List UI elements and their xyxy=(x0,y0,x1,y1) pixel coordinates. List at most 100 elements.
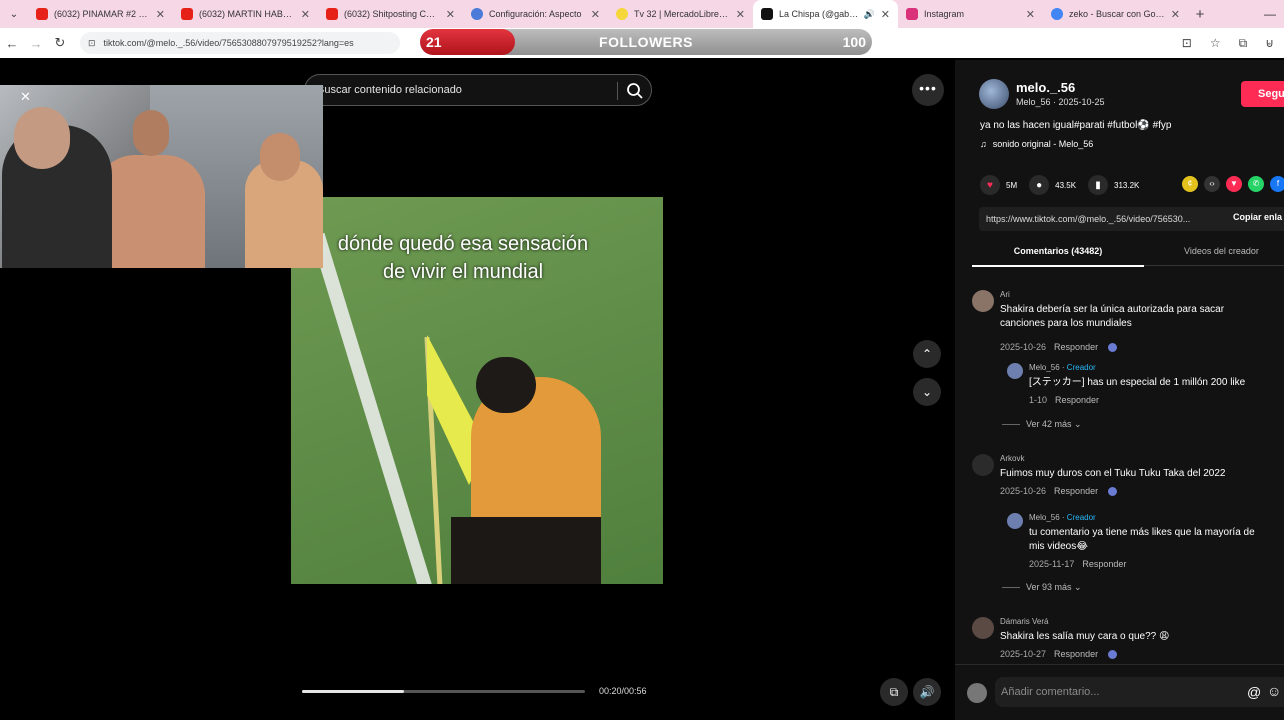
close-tab-icon[interactable]: ✕ xyxy=(736,8,745,21)
video-progress-bar[interactable] xyxy=(302,690,585,693)
reply-author[interactable]: Melo_56 · Creador xyxy=(1029,513,1096,522)
followers-goal: 100 xyxy=(842,34,866,50)
reply-button[interactable]: Responder xyxy=(1054,486,1098,496)
reply-button[interactable]: Responder xyxy=(1082,559,1126,569)
profile-icon[interactable]: ⊌ xyxy=(1265,36,1274,50)
whatsapp-icon[interactable]: ✆ xyxy=(1248,176,1264,192)
browser-tab[interactable]: zeko - Buscar con Google ✕ xyxy=(1043,0,1188,28)
coin-icon[interactable]: ¢ xyxy=(1182,176,1198,192)
add-comment-input[interactable] xyxy=(1001,677,1231,707)
comment-author[interactable]: Arkovk xyxy=(1000,454,1024,463)
browser-tab[interactable]: (6032) Shitposting Comp ✕ xyxy=(318,0,463,28)
mention-icon[interactable]: @ xyxy=(1247,684,1261,700)
browser-tab[interactable]: (6032) PINAMAR #2 // DE ✕ xyxy=(28,0,173,28)
comment-meta: 2025-10-26 Responder xyxy=(1000,486,1118,497)
browser-tab[interactable]: Tv 32 | MercadoLibre 📦 ✕ xyxy=(608,0,753,28)
browser-tab[interactable]: (6032) MARTIN HABLA DE ✕ xyxy=(173,0,318,28)
browser-tab[interactable]: Configuración: Aspecto ✕ xyxy=(463,0,608,28)
creator-avatar[interactable] xyxy=(979,79,1009,109)
commenter-avatar[interactable] xyxy=(972,617,994,639)
close-tab-icon[interactable]: ✕ xyxy=(156,8,165,21)
copy-link-button[interactable]: Copiar enla xyxy=(1233,212,1282,222)
comment-line: [ステッカー] has un especial de 1 millón 200 … xyxy=(1029,377,1246,388)
reply-author[interactable]: Melo_56 · Creador xyxy=(1029,363,1096,372)
comment-date: 2025-10-27 xyxy=(1000,649,1047,659)
close-tab-icon[interactable]: ✕ xyxy=(881,8,890,21)
settings-icon xyxy=(471,8,483,20)
back-icon[interactable]: ← xyxy=(0,36,24,51)
creator-liked-icon xyxy=(1108,487,1118,497)
engagement-stats: ♥ 5M ● 43.5K ▮ 313.2K xyxy=(980,175,1151,195)
send-icon[interactable]: ▼ xyxy=(1226,176,1242,192)
share-link-text: https://www.tiktok.com/@melo._.56/video/… xyxy=(986,214,1191,224)
embed-icon[interactable]: ‹› xyxy=(1204,176,1220,192)
close-tab-icon[interactable]: ✕ xyxy=(301,8,310,21)
comment-author[interactable]: Dámaris Verá xyxy=(1000,617,1048,626)
reload-icon[interactable]: ↻ xyxy=(48,35,72,51)
video-timecode: 00:20/00:56 xyxy=(599,686,647,696)
view-more-replies[interactable]: Ver 42 más ⌄ xyxy=(1002,419,1082,430)
comment-date: 2025-10-26 xyxy=(1000,342,1047,352)
tab-search-icon[interactable]: ⌄ xyxy=(0,0,28,28)
comment-line: Shakira debería ser la única autorizada … xyxy=(1000,304,1225,315)
reply-button[interactable]: Responder xyxy=(1054,649,1098,659)
tab-creator-videos[interactable]: Videos del creador xyxy=(1184,246,1259,256)
more-options-button[interactable]: ••• xyxy=(912,74,944,106)
creator-avatar-small[interactable] xyxy=(1007,363,1023,379)
tab-title: (6032) PINAMAR #2 // DE xyxy=(54,9,150,19)
comments-panel: melo._.56 Melo_56 · 2025-10-25 Segu ya n… xyxy=(955,60,1284,720)
sound-info[interactable]: ♫ sonido original - Melo_56 xyxy=(980,139,1093,149)
tab-comments[interactable]: Comentarios (43482) xyxy=(972,246,1144,256)
browser-tab-active[interactable]: La Chispa (@gabip... 🔊 ✕ xyxy=(753,0,898,28)
comment-author[interactable]: Ari xyxy=(1000,290,1010,299)
more-replies-label: Ver 42 más xyxy=(1026,419,1072,429)
view-more-replies[interactable]: Ver 93 más ⌄ xyxy=(1002,582,1082,593)
mercadolibre-icon xyxy=(616,8,628,20)
search-icon[interactable] xyxy=(625,81,645,101)
like-stat[interactable]: ♥ 5M xyxy=(980,175,1017,195)
close-tab-icon[interactable]: ✕ xyxy=(446,8,455,21)
reply-date: 2025-11-17 xyxy=(1029,559,1075,569)
facebook-icon[interactable]: f xyxy=(1270,176,1284,192)
comment-item: Dámaris Verá Shakira les salía muy cara … xyxy=(972,617,1272,662)
bookmark-star-icon[interactable]: ☆ xyxy=(1210,36,1221,50)
reply-button[interactable]: Responder xyxy=(1055,395,1099,405)
commenter-avatar[interactable] xyxy=(972,290,994,312)
google-icon xyxy=(1051,8,1063,20)
minimize-icon[interactable]: — xyxy=(1264,7,1276,21)
reply-button[interactable]: Responder xyxy=(1054,342,1098,352)
next-video-button[interactable]: ⌄ xyxy=(913,378,941,406)
comment-line: Fuimos muy duros con el Tuku Tuku Taka d… xyxy=(1000,468,1226,479)
emoji-icon[interactable]: ☺ xyxy=(1267,683,1281,699)
install-app-icon[interactable]: ⊡ xyxy=(1182,36,1192,50)
close-tab-icon[interactable]: ✕ xyxy=(591,8,600,21)
audio-playing-icon[interactable]: 🔊 xyxy=(864,9,875,20)
previous-video-button[interactable]: ⌃ xyxy=(913,340,941,368)
close-icon[interactable]: ✕ xyxy=(20,89,31,105)
close-tab-icon[interactable]: ✕ xyxy=(1171,8,1180,21)
volume-button[interactable]: 🔊 xyxy=(913,678,941,706)
commenter-avatar[interactable] xyxy=(972,454,994,476)
youtube-icon xyxy=(326,8,338,20)
related-search-input[interactable] xyxy=(317,75,607,105)
creator-avatar-small[interactable] xyxy=(1007,513,1023,529)
comment-stat[interactable]: ● 43.5K xyxy=(1029,175,1076,195)
site-info-icon[interactable]: ⊡ xyxy=(88,38,96,49)
share-icons: ¢ ‹› ▼ ✆ f xyxy=(1182,176,1284,192)
url-field[interactable]: ⊡ tiktok.com/@melo._.56/video/7565308807… xyxy=(80,32,400,54)
close-tab-icon[interactable]: ✕ xyxy=(1026,8,1035,21)
heart-icon: ♥ xyxy=(980,175,1000,195)
creator-username[interactable]: melo._.56 xyxy=(1016,80,1075,95)
comment-text: Shakira debería ser la única autorizada … xyxy=(1000,303,1224,331)
comment-icon: ● xyxy=(1029,175,1050,195)
new-tab-icon[interactable]: + xyxy=(1188,6,1212,23)
picture-in-picture-button[interactable]: ⧉ xyxy=(880,678,908,706)
extensions-icon[interactable]: ⧉ xyxy=(1239,36,1248,51)
caption-line: de vivir el mundial xyxy=(382,261,544,283)
video-progress-fill xyxy=(302,690,404,693)
chevron-down-icon: ⌄ xyxy=(1074,582,1082,592)
follow-button[interactable]: Segu xyxy=(1241,81,1284,107)
browser-tab[interactable]: Instagram ✕ xyxy=(898,0,1043,28)
save-stat[interactable]: ▮ 313.2K xyxy=(1088,175,1139,195)
forward-icon[interactable]: → xyxy=(24,36,48,51)
